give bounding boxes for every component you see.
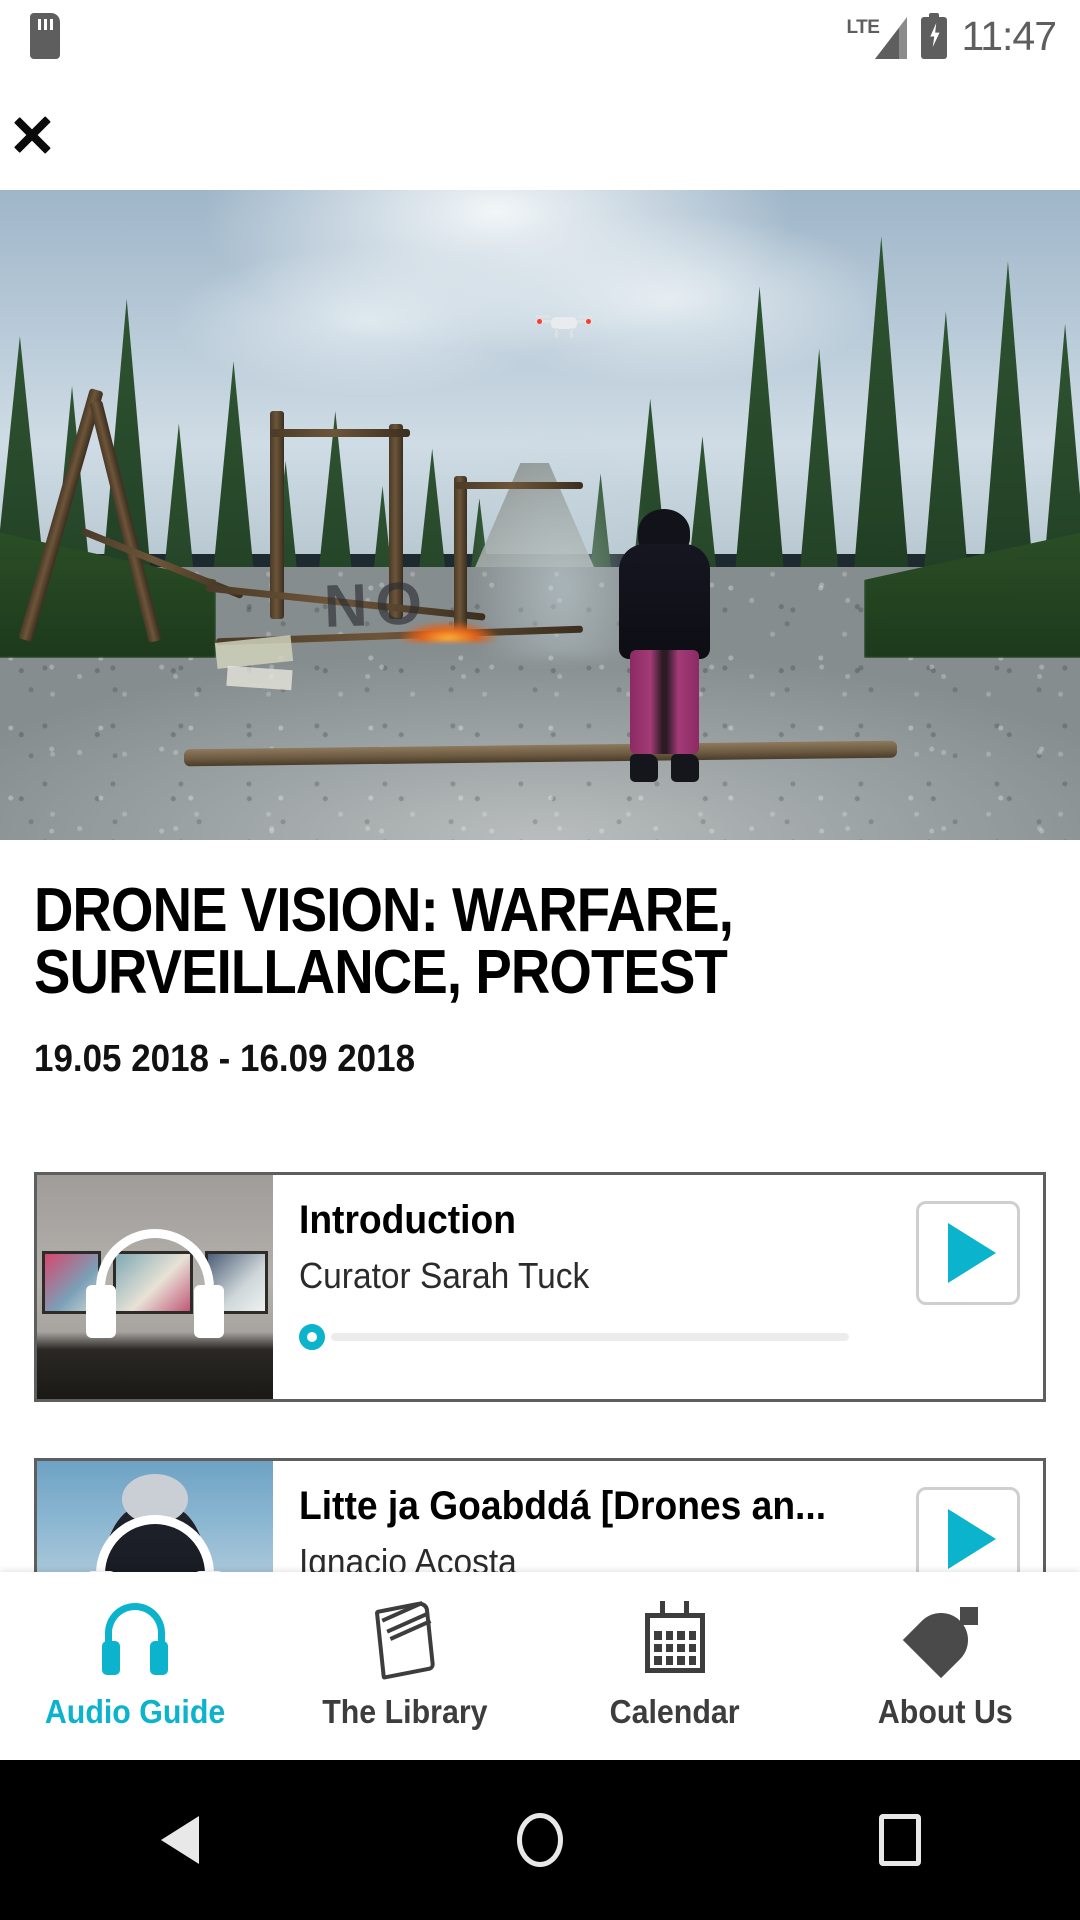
play-button[interactable] xyxy=(916,1201,1020,1305)
chevron-left-icon xyxy=(42,101,78,161)
battery-charging-icon xyxy=(921,13,948,59)
slider-track[interactable] xyxy=(331,1333,849,1342)
exhibition-info: DRONE VISION: WARFARE, SURVEILLANCE, PRO… xyxy=(0,880,1080,1081)
status-bar: LTE 11:47 xyxy=(0,0,1080,72)
track-info: Introduction Curator Sarah Tuck xyxy=(273,1175,893,1399)
status-bar-clock: 11:47 xyxy=(961,12,1057,59)
nav-home-button[interactable] xyxy=(360,1813,720,1867)
book-icon xyxy=(362,1600,448,1680)
track-play-area xyxy=(893,1175,1043,1399)
slider-thumb[interactable] xyxy=(299,1324,325,1351)
track-thumbnail xyxy=(37,1175,273,1399)
hero-barricade xyxy=(0,190,1080,840)
track-title: Introduction xyxy=(299,1198,516,1242)
nav-back-button[interactable] xyxy=(0,1816,360,1864)
hero-road-graffiti: NO xyxy=(322,568,432,640)
nav-back-icon xyxy=(161,1816,199,1864)
hero-paper-sign-2 xyxy=(226,665,293,690)
tab-label: About Us xyxy=(877,1693,1013,1730)
track-progress-slider[interactable] xyxy=(299,1322,867,1352)
sd-card-icon xyxy=(30,13,60,59)
track-subtitle: Curator Sarah Tuck xyxy=(299,1255,590,1296)
hero-person xyxy=(610,508,718,782)
calendar-icon xyxy=(632,1601,718,1679)
nav-recents-button[interactable] xyxy=(720,1814,1080,1866)
signal-bars-icon: LTE xyxy=(846,13,908,59)
nav-home-icon xyxy=(517,1813,563,1867)
nav-recents-icon xyxy=(879,1814,921,1866)
tab-label: Calendar xyxy=(610,1693,740,1730)
status-bar-right: LTE 11:47 xyxy=(846,13,1080,59)
play-icon xyxy=(948,1509,996,1569)
headphones-icon xyxy=(79,1228,230,1345)
track-title: Litte ja Goabddá [Drones an... xyxy=(299,1484,827,1528)
page-title: DRONE VISION: WARFARE, SURVEILLANCE, PRO… xyxy=(34,876,734,1007)
logo-mark-icon xyxy=(902,1601,988,1679)
hero-drone-icon xyxy=(534,307,593,341)
tab-about-us[interactable]: About Us xyxy=(810,1601,1080,1731)
tab-audio-guide[interactable]: Audio Guide xyxy=(0,1601,270,1731)
headphones-icon xyxy=(92,1601,178,1679)
tab-label: Audio Guide xyxy=(44,1693,226,1730)
audio-track-card[interactable]: Introduction Curator Sarah Tuck xyxy=(34,1172,1046,1402)
back-button[interactable] xyxy=(0,72,120,190)
app-screen: LTE 11:47 NO DRONE VISION: WARFARE, SURV… xyxy=(0,0,1080,1920)
tab-calendar[interactable]: Calendar xyxy=(540,1601,810,1731)
status-bar-left xyxy=(0,13,60,59)
exhibition-dates: 19.05 2018 - 16.09 2018 xyxy=(34,1038,416,1080)
bottom-tab-bar: Audio Guide The Library Calendar About U… xyxy=(0,1572,1080,1760)
exhibition-hero-image: NO xyxy=(0,190,1080,840)
tab-label: The Library xyxy=(322,1693,488,1730)
app-bar xyxy=(0,72,1080,190)
android-navigation-bar xyxy=(0,1760,1080,1920)
tab-the-library[interactable]: The Library xyxy=(270,1600,540,1731)
play-icon xyxy=(948,1223,996,1283)
